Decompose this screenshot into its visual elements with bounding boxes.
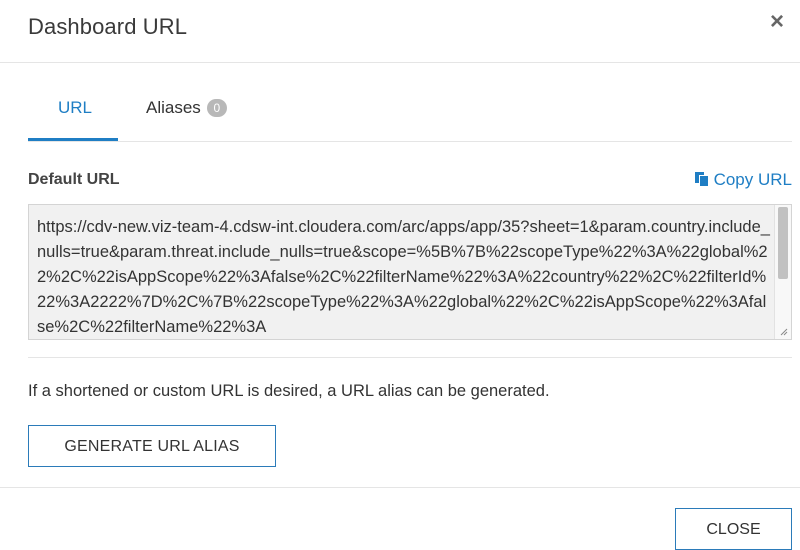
- default-url-value: https://cdv-new.viz-team-4.cdsw-int.clou…: [37, 218, 770, 336]
- default-url-label: Default URL: [28, 171, 120, 188]
- close-icon[interactable]: ×: [770, 10, 784, 34]
- copy-icon: [694, 172, 708, 186]
- dialog-title: Dashboard URL: [28, 14, 188, 39]
- resize-handle-icon[interactable]: [780, 328, 788, 336]
- tab-url-label: URL: [58, 98, 93, 117]
- copy-url-button[interactable]: Copy URL: [694, 170, 792, 190]
- tab-bar: URL Aliases 0: [28, 62, 792, 142]
- tab-aliases-label: Aliases: [146, 98, 201, 117]
- active-tab-indicator: [28, 138, 118, 141]
- tab-aliases[interactable]: Aliases 0: [146, 98, 227, 118]
- divider: [28, 357, 792, 358]
- textarea-scrollbar[interactable]: [774, 205, 791, 339]
- copy-url-label: Copy URL: [713, 170, 792, 189]
- generate-url-alias-button[interactable]: GENERATE URL ALIAS: [28, 425, 276, 467]
- default-url-textarea[interactable]: https://cdv-new.viz-team-4.cdsw-int.clou…: [28, 204, 792, 340]
- aliases-count-badge: 0: [206, 99, 227, 117]
- footer-divider: [0, 487, 800, 488]
- alias-info-text: If a shortened or custom URL is desired,…: [28, 382, 550, 400]
- tab-url[interactable]: URL: [58, 98, 92, 118]
- scrollbar-thumb[interactable]: [778, 207, 788, 279]
- dialog-header: Dashboard URL ×: [0, 0, 800, 63]
